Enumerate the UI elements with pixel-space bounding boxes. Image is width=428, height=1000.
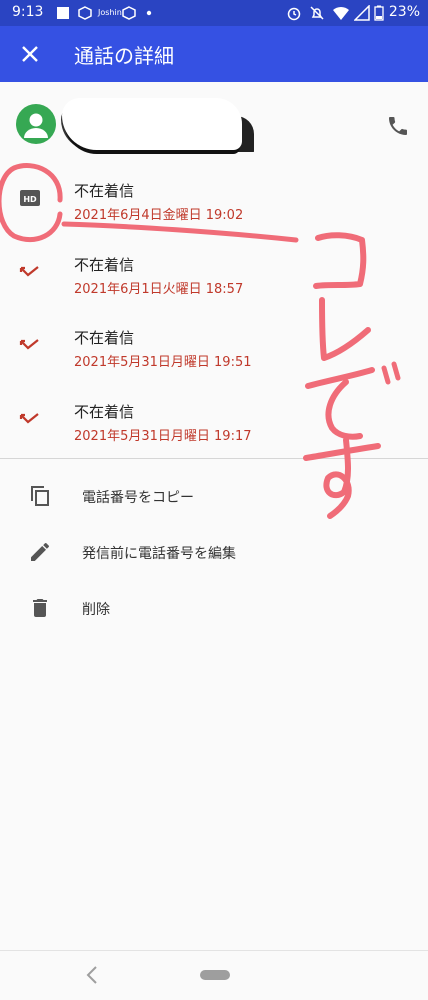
missed-call-icon — [19, 413, 39, 424]
phone-icon[interactable] — [386, 114, 410, 138]
wifi-icon — [333, 6, 349, 20]
call-item[interactable]: 不在着信 2021年6月1日火曜日 18:57 — [0, 248, 428, 312]
missed-call-icon — [19, 266, 39, 277]
bell-off-icon — [310, 6, 324, 20]
call-date: 2021年5月31日月曜日 19:51 — [74, 355, 252, 370]
call-item[interactable]: 不在着信 2021年5月31日月曜日 19:17 — [0, 395, 428, 459]
avatar[interactable] — [16, 104, 56, 144]
edit-icon — [31, 543, 49, 561]
alarm-icon — [287, 7, 301, 21]
close-icon[interactable] — [18, 42, 42, 66]
call-type: 不在着信 — [74, 182, 135, 200]
app-bar: 通話の詳細 — [0, 26, 428, 82]
cube-icon — [78, 6, 92, 20]
battery-level: 23% — [388, 4, 420, 20]
cube-icon — [122, 6, 136, 20]
copy-icon — [31, 486, 49, 506]
call-type: 不在着信 — [74, 329, 135, 347]
copy-number-button[interactable]: 電話番号をコピー — [0, 472, 428, 522]
notification-text: Joshin — [98, 8, 122, 17]
call-date: 2021年6月4日金曜日 19:02 — [74, 208, 244, 223]
status-bar: 9:13 Joshin 23% — [0, 0, 428, 26]
call-date: 2021年5月31日月曜日 19:17 — [74, 429, 252, 444]
contact-header — [0, 96, 428, 156]
svg-text:HD: HD — [23, 195, 37, 204]
call-type: 不在着信 — [74, 403, 135, 421]
action-label: 電話番号をコピー — [82, 490, 194, 506]
call-item[interactable]: HD 不在着信 2021年6月4日金曜日 19:02 — [0, 174, 428, 238]
signal-icon — [354, 5, 370, 21]
dot-icon — [146, 10, 152, 16]
back-icon[interactable] — [84, 965, 100, 985]
missed-call-icon — [19, 339, 39, 350]
delete-button[interactable]: 削除 — [0, 584, 428, 634]
call-date: 2021年6月1日火曜日 18:57 — [74, 282, 244, 297]
home-button[interactable] — [200, 970, 230, 980]
action-label: 発信前に電話番号を編集 — [82, 546, 236, 562]
edit-number-button[interactable]: 発信前に電話番号を編集 — [0, 528, 428, 578]
call-item[interactable]: 不在着信 2021年5月31日月曜日 19:51 — [0, 321, 428, 385]
battery-icon — [374, 5, 384, 21]
page-title: 通話の詳細 — [74, 44, 174, 68]
divider — [0, 458, 428, 459]
status-time: 9:13 — [12, 4, 44, 20]
hd-icon: HD — [20, 190, 40, 206]
notification-icon — [57, 7, 69, 19]
call-type: 不在着信 — [74, 256, 135, 274]
redacted-contact-name — [62, 98, 242, 150]
delete-icon — [33, 599, 47, 617]
action-label: 削除 — [82, 602, 110, 618]
nav-bar — [0, 950, 428, 1000]
person-icon — [24, 113, 48, 138]
